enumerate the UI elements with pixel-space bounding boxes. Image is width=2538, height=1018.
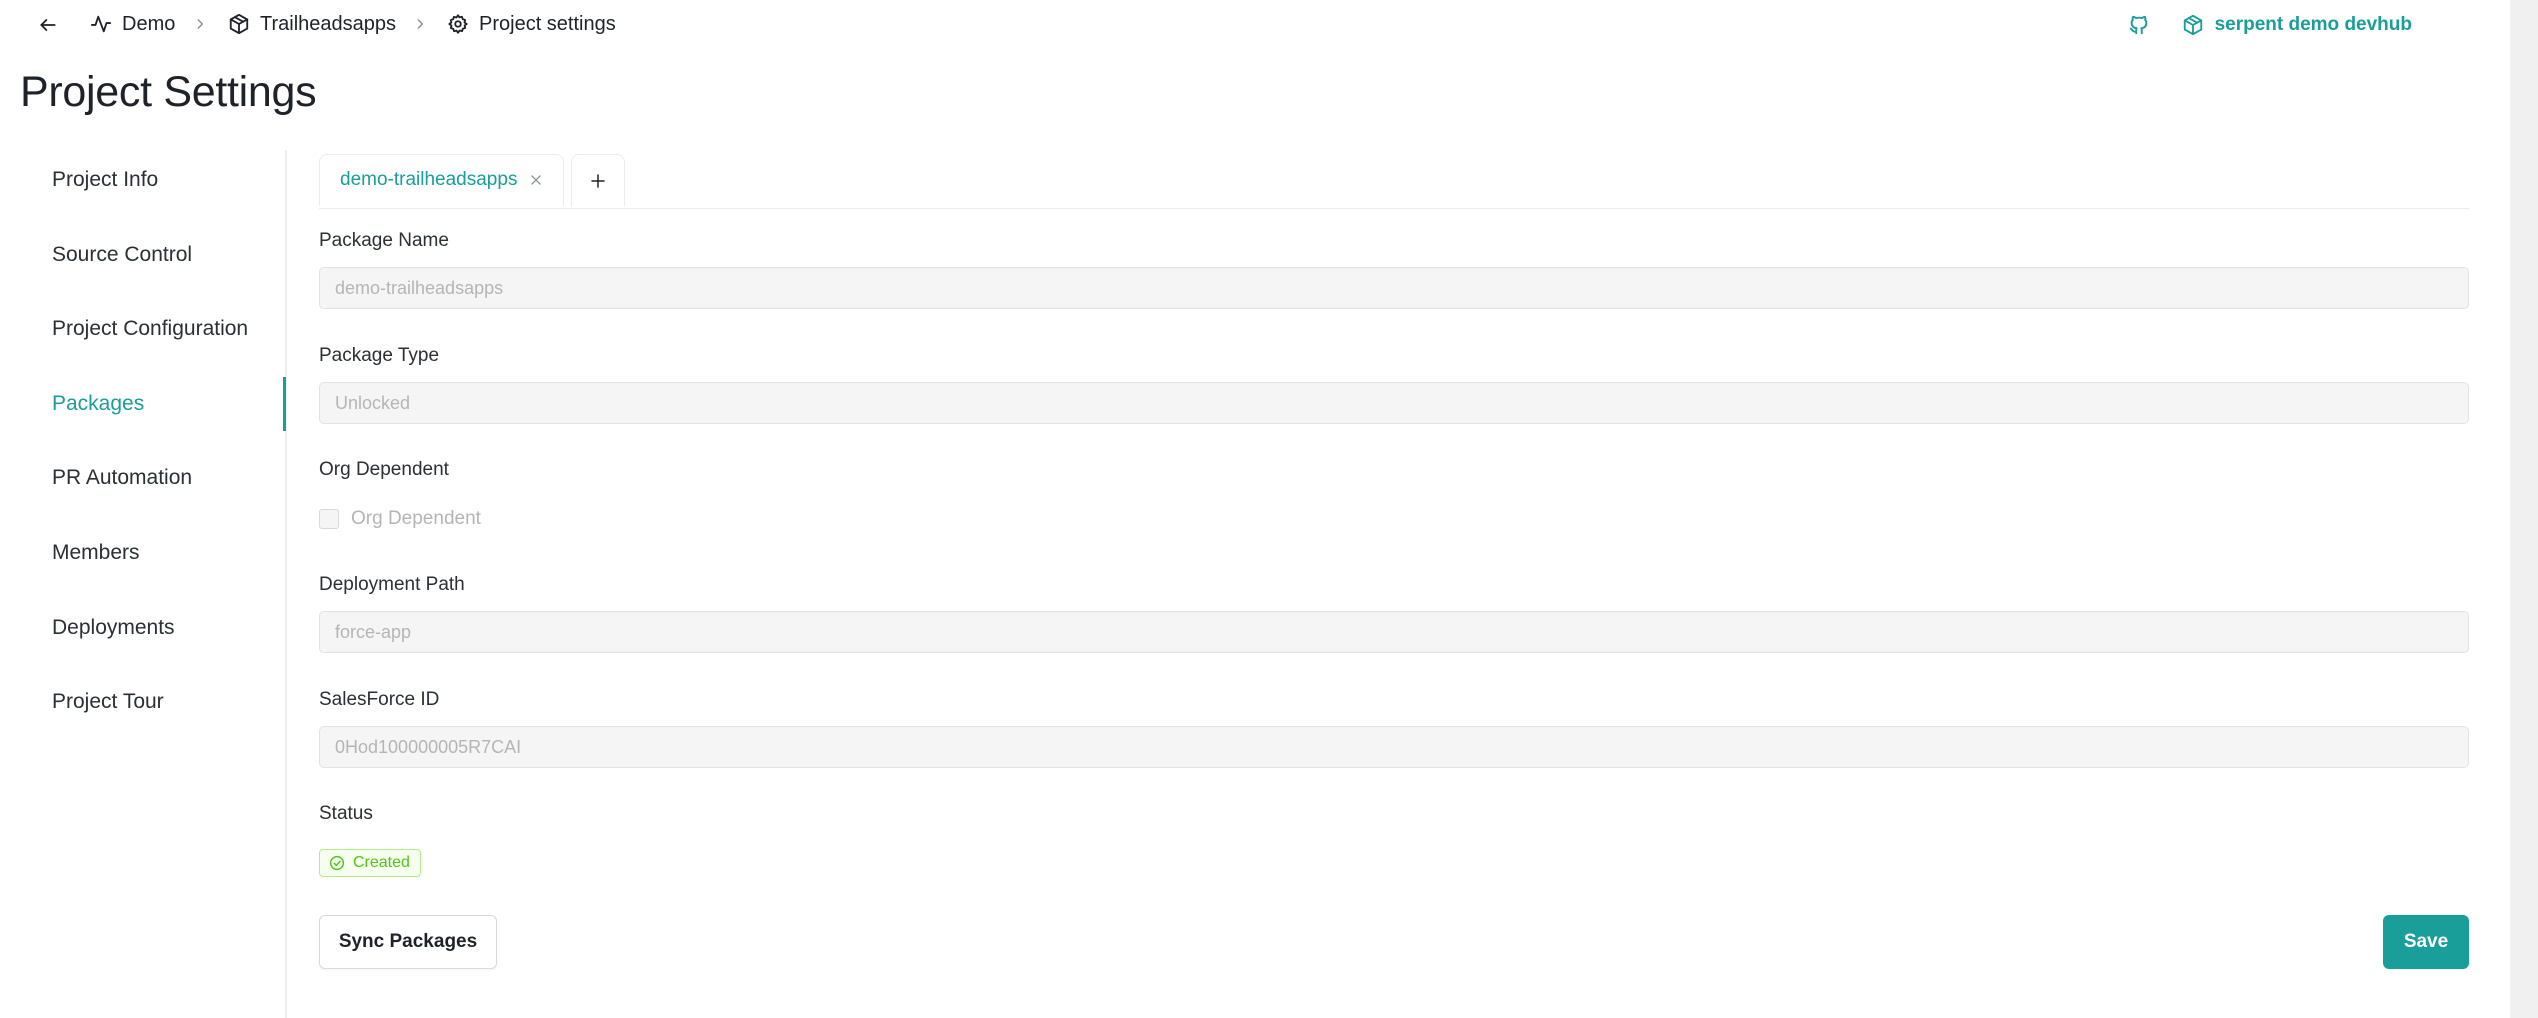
sidebar-item-source-control[interactable]: Source Control [52, 229, 285, 281]
header-actions: serpent demo devhub [2128, 10, 2412, 40]
sidebar-item-members[interactable]: Members [52, 527, 285, 579]
breadcrumb-label: Trailheadsapps [260, 12, 397, 35]
sidebar-item-label: Source Control [52, 243, 193, 266]
breadcrumb-label: Project settings [479, 12, 616, 35]
tab-label: demo-trailheadsapps [340, 169, 518, 190]
page-title: Project Settings [20, 68, 317, 116]
sidebar-item-project-configuration[interactable]: Project Configuration [52, 303, 285, 355]
sidebar-item-packages[interactable]: Packages [52, 378, 285, 430]
package-type-field[interactable] [319, 382, 2469, 424]
sidebar-item-pr-automation[interactable]: PR Automation [52, 452, 285, 504]
package-name-label: Package Name [319, 230, 449, 251]
sidebar-item-deployments[interactable]: Deployments [52, 602, 285, 654]
package-icon [2183, 14, 2202, 36]
breadcrumb-label: Demo [122, 12, 176, 35]
github-icon[interactable] [2128, 14, 2150, 36]
active-indicator [283, 377, 286, 431]
status-badge: Created [319, 849, 421, 877]
sidebar-item-label: Deployments [52, 616, 175, 639]
deployment-path-field[interactable] [319, 611, 2469, 653]
salesforce-id-field[interactable] [319, 726, 2469, 768]
workspace-selector[interactable]: serpent demo devhub [2182, 14, 2412, 36]
package-name-field[interactable] [319, 267, 2469, 309]
sync-packages-button[interactable]: Sync Packages [319, 915, 497, 969]
package-type-label: Package Type [319, 345, 440, 366]
check-circle-icon [329, 855, 345, 871]
gear-icon [448, 14, 468, 34]
sidebar-item-label: Packages [52, 392, 145, 415]
sidebar-item-label: Members [52, 541, 140, 564]
deployment-path-label: Deployment Path [319, 574, 465, 595]
salesforce-id-label: SalesForce ID [319, 689, 440, 710]
org-dependent-label: Org Dependent [319, 459, 449, 480]
sidebar-item-label: Project Configuration [52, 317, 249, 340]
status-value: Created [353, 854, 410, 871]
plus-icon [591, 173, 605, 188]
project-settings-page: Demo Trailheadsapps Project settings ser… [0, 0, 2538, 1018]
package-settings-panel: demo-trailheadsapps Package Name Package… [319, 152, 2469, 969]
checkbox[interactable] [319, 509, 339, 529]
sidebar-item-label: PR Automation [52, 466, 193, 489]
workspace-name: serpent demo devhub [2214, 14, 2412, 35]
chevron-right-icon [413, 10, 427, 38]
sidebar-item-label: Project Info [52, 168, 159, 191]
breadcrumb-item-project-settings[interactable]: Project settings [447, 10, 616, 38]
sidebar-item-project-info[interactable]: Project Info [52, 154, 285, 206]
scrollbar-track[interactable] [2510, 0, 2538, 1018]
breadcrumb-item-trailheadsapps[interactable]: Trailheadsapps [228, 10, 396, 38]
tab-demo-trailheadsapps[interactable]: demo-trailheadsapps [319, 154, 565, 206]
breadcrumb-item-demo[interactable]: Demo [90, 10, 175, 38]
top-navigation: Demo Trailheadsapps Project settings ser… [0, 0, 2480, 48]
arrow-left-icon [40, 19, 56, 31]
sidebar-item-project-tour[interactable]: Project Tour [52, 676, 285, 728]
close-icon[interactable] [529, 173, 543, 187]
sidebar-item-label: Project Tour [52, 690, 164, 713]
org-dependent-checkbox[interactable]: Org Dependent [319, 508, 481, 530]
add-tab-button[interactable] [571, 154, 625, 206]
activity-icon [90, 15, 112, 33]
package-tabs: demo-trailheadsapps [319, 152, 2469, 209]
package-icon [229, 13, 249, 35]
chevron-right-icon [193, 10, 207, 38]
status-label: Status [319, 803, 373, 824]
checkbox-label: Org Dependent [351, 508, 481, 529]
save-button[interactable]: Save [2383, 915, 2469, 969]
back-button[interactable] [36, 13, 60, 37]
